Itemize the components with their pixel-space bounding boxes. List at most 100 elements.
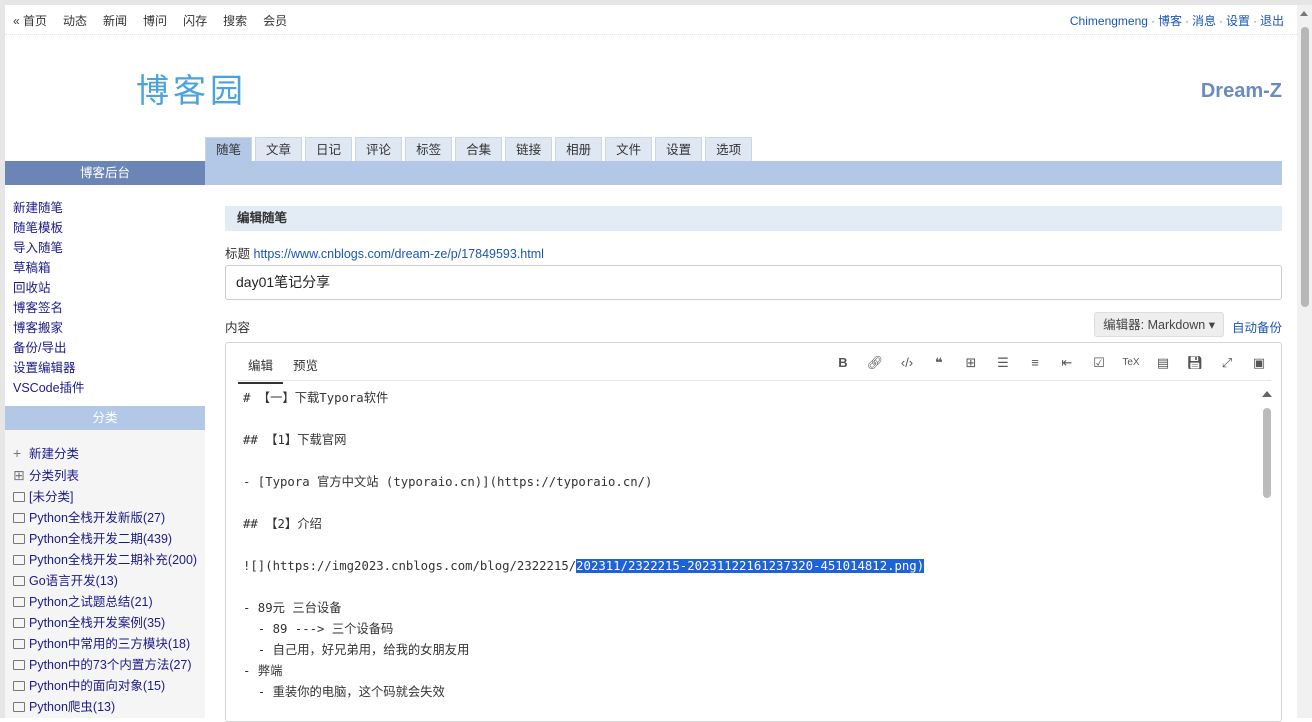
edit-post-header: 编辑随笔 [225,206,1282,231]
content-label: 内容 [225,321,251,335]
nav-home[interactable]: « 首页 [13,12,47,29]
tab-articles[interactable]: 文章 [255,137,303,161]
tab-albums[interactable]: 相册 [555,137,603,161]
category-list: + 新建分类 ⊞ 分类列表 [未分类] Python全栈开发新版(27) Pytho… [13,443,197,718]
sidebar-header: 博客后台 [5,161,205,185]
page-scroll-thumb[interactable] [1301,27,1309,307]
blog-name[interactable]: Dream-Z [1201,80,1282,103]
image-icon[interactable]: ▣ [1243,353,1275,373]
title-label: 标题 https://www.cnblogs.com/dream-ze/p/17… [225,247,544,261]
list-icon[interactable]: ☰ [987,353,1019,373]
autosave-link[interactable]: 自动备份 [1232,317,1282,336]
bold-icon[interactable]: B [827,353,859,373]
tab-tags[interactable]: 标签 [405,137,453,161]
folder-icon [13,702,25,712]
tab-files[interactable]: 文件 [605,137,653,161]
user-links: Chimengmeng · 博客 · 消息 · 设置 · 退出 [1069,14,1284,28]
quote-icon[interactable]: ❝ [923,353,955,373]
ordered-list-icon[interactable]: ≡ [1019,353,1051,373]
nav-flash[interactable]: 闪存 [183,12,207,29]
nav-dynamic[interactable]: 动态 [63,12,87,29]
top-divider [5,34,1297,35]
page-scrollbar[interactable] [1297,5,1312,718]
folder-icon [13,534,25,544]
tab-bar [205,161,1282,185]
code-icon[interactable]: ‹/› [891,353,923,373]
editor-select[interactable]: 编辑器: Markdown ▾ [1094,312,1224,337]
nav-member[interactable]: 会员 [263,12,287,29]
plus-icon: + [13,445,22,461]
indent-icon[interactable]: ⇤ [1051,353,1083,373]
folder-icon [13,492,25,502]
post-url-link[interactable]: https://www.cnblogs.com/dream-ze/p/17849… [254,247,544,261]
top-nav: « 首页 动态 新闻 博问 闪存 搜索 会员 [13,12,287,29]
folder-icon [13,681,25,691]
scroll-thumb[interactable] [1263,408,1271,498]
nav-search[interactable]: 搜索 [223,12,247,29]
category-item[interactable]: Python中常用的三方模块(18) [13,634,197,655]
site-logo[interactable]: 博客园 [136,64,247,112]
category-item[interactable]: Python全栈开发案例(35) [13,613,197,634]
category-list-link[interactable]: ⊞ 分类列表 [13,465,197,487]
save-icon[interactable]: 💾︎ [1179,353,1211,373]
image-markdown-line: ![](https://img2023.cnblogs.com/blog/232… [243,559,925,573]
sidebar-item-signature[interactable]: 博客签名 [13,298,85,318]
tab-links[interactable]: 链接 [505,137,553,161]
table-icon[interactable]: ⊞ [955,353,987,373]
markdown-editor: 编辑 预览 B 🔗︎ ‹/› ❝ ⊞ ☰ ≡ ⇤ ☑ TeX ▤ 💾︎ ⤢ ▣ … [225,342,1282,722]
sidebar-item-editor-settings[interactable]: 设置编辑器 [13,358,85,378]
blog-link[interactable]: 博客 [1158,14,1182,28]
folder-icon [13,660,25,670]
category-item[interactable]: Python全栈开发二期(439) [13,529,197,550]
tab-diary[interactable]: 日记 [305,137,353,161]
scroll-up-icon[interactable] [1300,11,1308,16]
sidebar-item-backup[interactable]: 备份/导出 [13,338,85,358]
folder-icon [13,513,25,523]
sidebar-item-new-post[interactable]: 新建随笔 [13,198,85,218]
folder-icon [13,597,25,607]
sidebar-item-vscode[interactable]: VSCode插件 [13,378,85,398]
category-item[interactable]: Python之试题总结(21) [13,592,197,613]
category-item[interactable]: Python全栈开发新版(27) [13,508,197,529]
nav-news[interactable]: 新闻 [103,12,127,29]
tab-collections[interactable]: 合集 [455,137,503,161]
tab-comments[interactable]: 评论 [355,137,403,161]
editor-toolbar: B 🔗︎ ‹/› ❝ ⊞ ☰ ≡ ⇤ ☑ TeX ▤ 💾︎ ⤢ ▣ [827,353,1275,373]
sidebar-links: 新建随笔 随笔模板 导入随笔 草稿箱 回收站 博客签名 博客搬家 备份/导出 设… [13,198,85,398]
admin-tabs: 随笔 文章 日记 评论 标签 合集 链接 相册 文件 设置 选项 [205,137,753,161]
folder-icon [13,555,25,565]
category-item[interactable]: Python中的73个内置方法(27) [13,655,197,676]
sidebar-item-drafts[interactable]: 草稿箱 [13,258,85,278]
editor-content[interactable]: # 【一】下载Typora软件 ## 【1】下载官网 - [Typora 官方中… [243,388,925,703]
category-item[interactable]: [未分类] [13,487,197,508]
new-category[interactable]: + 新建分类 [13,443,197,465]
scroll-up-icon[interactable] [1262,391,1272,397]
tab-posts[interactable]: 随笔 [205,137,253,161]
category-item[interactable]: Python全栈开发二期补充(200) [13,550,197,571]
logout-link[interactable]: 退出 [1260,14,1284,28]
sidebar-item-migrate[interactable]: 博客搬家 [13,318,85,338]
user-name-link[interactable]: Chimengmeng [1070,14,1148,28]
tab-options[interactable]: 选项 [705,137,753,161]
toc-icon[interactable]: ▤ [1147,353,1179,373]
selected-text: 202311/2322215-20231122161237320-4510148… [576,559,925,573]
sidebar-item-trash[interactable]: 回收站 [13,278,85,298]
title-input[interactable]: day01笔记分享 [225,265,1282,300]
category-item[interactable]: Go语言开发(13) [13,571,197,592]
tab-settings[interactable]: 设置 [655,137,703,161]
link-icon[interactable]: 🔗︎ [859,353,891,373]
editor-scrollbar[interactable] [1262,391,1272,721]
folder-icon [13,639,25,649]
messages-link[interactable]: 消息 [1192,14,1216,28]
sidebar-item-import[interactable]: 导入随笔 [13,238,85,258]
settings-link[interactable]: 设置 [1226,14,1250,28]
nav-ask[interactable]: 博问 [143,12,167,29]
tex-icon[interactable]: TeX [1115,353,1147,373]
sidebar-item-templates[interactable]: 随笔模板 [13,218,85,238]
category-item[interactable]: Python爬虫(13) [13,697,197,718]
grid-icon: ⊞ [13,467,25,483]
category-item[interactable]: Python中的面向对象(15) [13,676,197,697]
folder-icon [13,576,25,586]
checkbox-icon[interactable]: ☑ [1083,353,1115,373]
fullscreen-icon[interactable]: ⤢ [1211,353,1243,373]
